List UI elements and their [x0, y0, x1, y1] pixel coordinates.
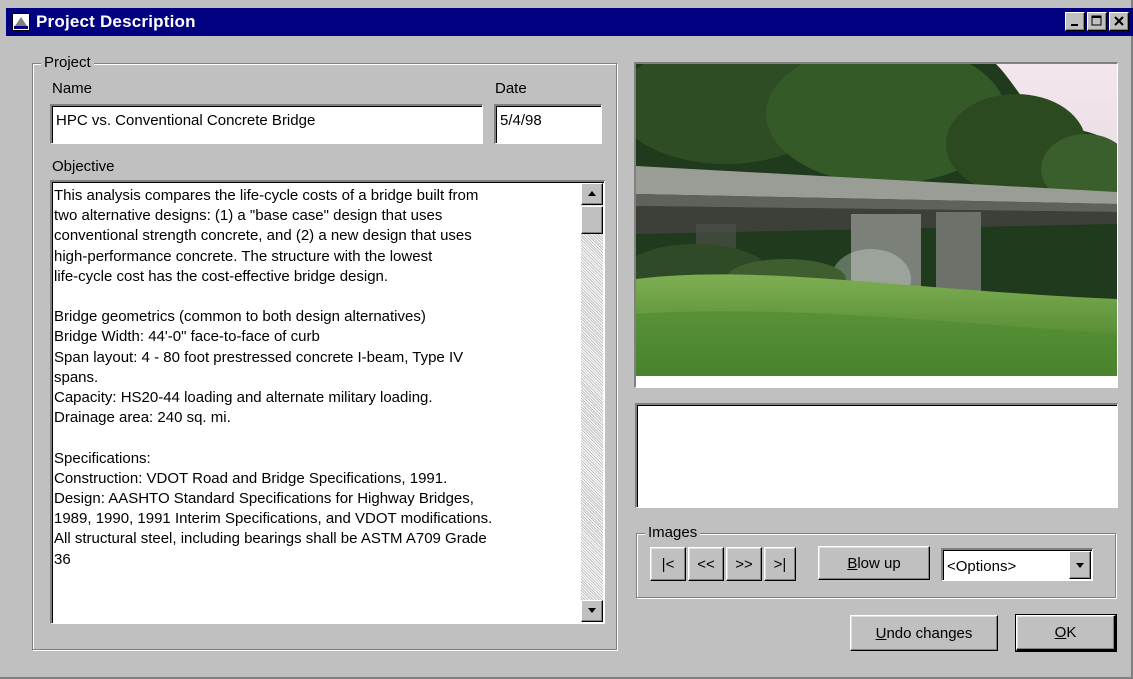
blow-up-access-key: B: [847, 554, 858, 572]
next-image-button[interactable]: >>: [726, 547, 762, 581]
undo-access-key: U: [875, 624, 887, 642]
blow-up-button[interactable]: Blow up: [818, 546, 930, 580]
scroll-thumb[interactable]: [581, 206, 603, 234]
scroll-up-button[interactable]: [581, 183, 603, 205]
title-bar[interactable]: Project Description: [6, 8, 1133, 36]
objective-label: Objective: [52, 158, 115, 175]
arrow-down-icon: [588, 608, 596, 613]
maximize-button[interactable]: [1087, 12, 1107, 31]
ok-access-key: O: [1054, 624, 1067, 641]
blow-up-label-rest: low up: [857, 554, 901, 572]
date-field[interactable]: 5/4/98: [494, 104, 602, 144]
project-description-window: Project Description Project Name HPC vs.…: [0, 0, 1133, 679]
scroll-down-button[interactable]: [581, 600, 603, 622]
maximize-icon: [1091, 15, 1102, 26]
options-dropdown[interactable]: <Options>: [941, 548, 1093, 581]
ok-label-rest: K: [1066, 624, 1077, 641]
project-group-label: Project: [41, 54, 94, 71]
last-image-button[interactable]: >|: [764, 547, 796, 581]
chevron-down-icon: [1076, 563, 1084, 568]
bridge-photo: [616, 44, 1131, 388]
options-dropdown-value: <Options>: [947, 558, 1017, 575]
undo-changes-button[interactable]: Undo changes: [850, 615, 998, 651]
undo-label-rest: ndo changes: [886, 624, 973, 642]
close-icon: [1114, 16, 1124, 26]
objective-text: This analysis compares the life-cycle co…: [54, 187, 493, 568]
app-icon: [12, 13, 30, 31]
objective-scrollbar[interactable]: [581, 183, 603, 622]
image-caption-box[interactable]: [635, 403, 1118, 508]
previous-image-button[interactable]: <<: [688, 547, 724, 581]
window-title: Project Description: [36, 12, 196, 31]
close-button[interactable]: [1109, 12, 1129, 31]
minimize-icon: [1071, 24, 1078, 26]
images-group-label: Images: [645, 524, 701, 541]
date-label: Date: [495, 80, 527, 97]
name-label: Name: [52, 80, 93, 97]
name-field[interactable]: HPC vs. Conventional Concrete Bridge: [50, 104, 483, 144]
options-dropdown-button[interactable]: [1069, 551, 1091, 579]
ok-button[interactable]: OK: [1015, 614, 1117, 652]
minimize-button[interactable]: [1065, 12, 1085, 31]
bridge-photo-image: [616, 44, 1131, 376]
arrow-up-icon: [588, 191, 596, 196]
first-image-button[interactable]: |<: [650, 547, 686, 581]
objective-textarea[interactable]: This analysis compares the life-cycle co…: [50, 180, 605, 624]
